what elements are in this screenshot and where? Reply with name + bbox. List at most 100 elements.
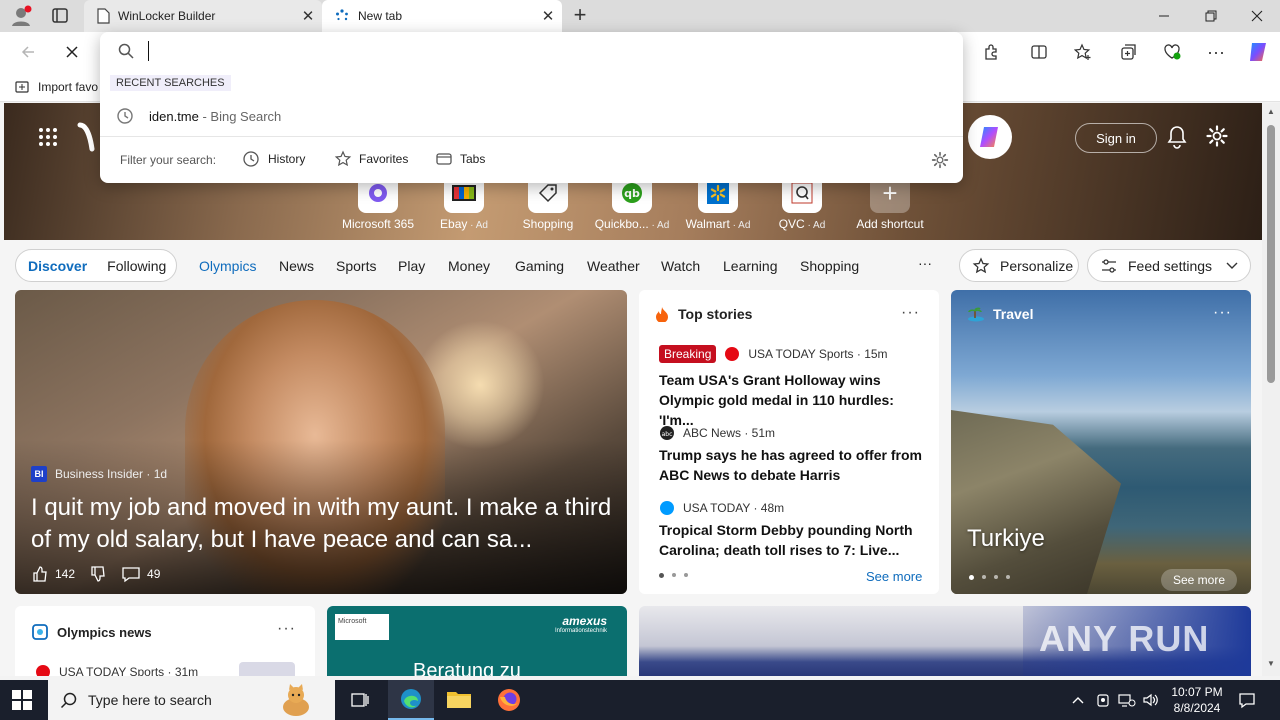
- sign-in-button[interactable]: Sign in: [1075, 123, 1157, 153]
- close-tab-icon[interactable]: ✕: [540, 8, 556, 25]
- main-story-headline[interactable]: I quit my job and moved in with my aunt.…: [31, 492, 617, 556]
- nav-money[interactable]: Money: [448, 258, 490, 274]
- volume-icon[interactable]: [1142, 692, 1160, 708]
- page-settings-gear-icon[interactable]: [1206, 125, 1228, 147]
- nav-watch[interactable]: Watch: [661, 258, 700, 274]
- copilot-icon[interactable]: [1242, 36, 1274, 68]
- tab-actions-icon[interactable]: [48, 6, 72, 26]
- omnibox-divider: [100, 136, 963, 137]
- notification-center-icon[interactable]: [1238, 691, 1256, 709]
- video-story-card[interactable]: ANY RUN: [639, 606, 1251, 676]
- filter-tabs-button[interactable]: Tabs: [435, 150, 485, 168]
- nav-gaming[interactable]: Gaming: [515, 258, 564, 274]
- olympics-news-thumbnail[interactable]: [239, 662, 295, 676]
- close-window-icon[interactable]: [1245, 8, 1269, 24]
- usa-today-logo: [659, 500, 675, 516]
- nav-olympics[interactable]: Olympics: [199, 258, 257, 274]
- task-view-icon[interactable]: [350, 690, 370, 710]
- travel-carousel-dots[interactable]: [969, 575, 1010, 580]
- top-stories-more-icon[interactable]: ···: [901, 304, 920, 322]
- story-source: BI Business Insider · 1d: [31, 466, 167, 482]
- profile-avatar-icon[interactable]: [8, 4, 34, 28]
- stop-loading-icon[interactable]: [56, 36, 88, 68]
- ad-card[interactable]: Microsoft amexus Informationstechnik Ber…: [327, 606, 627, 676]
- import-favorites-button[interactable]: Import favo: [14, 79, 98, 95]
- usa-today-sports-logo: [35, 664, 51, 676]
- nav-play[interactable]: Play: [398, 258, 425, 274]
- business-insider-logo: BI: [31, 466, 47, 482]
- search-settings-gear-icon[interactable]: [931, 151, 949, 169]
- extensions-icon[interactable]: [975, 36, 1007, 68]
- olympics-news-source: USA TODAY Sports · 31m: [35, 664, 198, 676]
- taskbar-search-box[interactable]: Type here to search: [48, 680, 335, 720]
- address-input[interactable]: [148, 41, 938, 61]
- favorites-icon[interactable]: [1067, 36, 1099, 68]
- back-icon[interactable]: [12, 36, 44, 68]
- top-stories-card: Top stories ··· Breaking USA TODAY Sport…: [639, 290, 939, 594]
- comment-icon[interactable]: [121, 565, 141, 583]
- show-hidden-icons-chevron-icon[interactable]: [1070, 692, 1086, 708]
- copilot-button[interactable]: [968, 115, 1012, 159]
- top-stories-see-more-link[interactable]: See more: [866, 569, 922, 584]
- nav-news[interactable]: News: [279, 258, 314, 274]
- story-3-headline[interactable]: Tropical Storm Debby pounding North Caro…: [659, 520, 925, 560]
- recent-search-item[interactable]: iden.tme - Bing Search: [100, 102, 963, 130]
- main-story-card[interactable]: BI Business Insider · 1d I quit my job a…: [15, 290, 627, 594]
- coastline: [951, 410, 1121, 594]
- page-scrollbar[interactable]: ▲ ▼: [1262, 103, 1280, 676]
- collections-icon[interactable]: [1112, 36, 1144, 68]
- travel-more-icon[interactable]: ···: [1213, 304, 1232, 322]
- windows-start-icon[interactable]: [12, 690, 32, 710]
- restore-icon[interactable]: [1198, 8, 1222, 24]
- olympics-news-header: Olympics news: [31, 623, 152, 641]
- firefox-icon[interactable]: [496, 687, 522, 713]
- filter-favorites-button[interactable]: Favorites: [334, 150, 408, 168]
- like-icon[interactable]: [31, 565, 49, 583]
- filter-history-button[interactable]: History: [242, 150, 305, 168]
- close-tab-icon[interactable]: ✕: [300, 8, 316, 25]
- split-screen-icon[interactable]: [1023, 36, 1055, 68]
- taskbar-edge-button[interactable]: [388, 680, 434, 720]
- new-tab-button[interactable]: +: [568, 4, 592, 28]
- browser-essentials-icon[interactable]: [1156, 36, 1188, 68]
- settings-more-icon[interactable]: ···: [1200, 36, 1232, 68]
- tabs-icon: [435, 150, 453, 168]
- nav-shopping[interactable]: Shopping: [800, 258, 859, 274]
- feed-toggle: Discover Following: [15, 249, 177, 282]
- story-2-headline[interactable]: Trump says he has agreed to offer from A…: [659, 445, 925, 485]
- nav-more-button[interactable]: ···: [918, 255, 932, 271]
- tab-winlocker[interactable]: WinLocker Builder ✕: [84, 0, 322, 32]
- nav-weather[interactable]: Weather: [587, 258, 640, 274]
- personalize-button[interactable]: Personalize: [959, 249, 1079, 282]
- tab-new-tab[interactable]: New tab ✕: [322, 0, 562, 32]
- recent-search-query: iden.tme: [149, 108, 199, 124]
- taskbar-clock[interactable]: 10:07 PM 8/8/2024: [1168, 684, 1226, 716]
- page-icon: [96, 8, 110, 24]
- tab-following[interactable]: Following: [107, 258, 166, 274]
- scroll-down-arrow-icon[interactable]: ▼: [1267, 659, 1275, 668]
- olympics-icon: [31, 623, 49, 641]
- travel-card[interactable]: Travel ··· Turkiye See more: [951, 290, 1251, 594]
- travel-place-title[interactable]: Turkiye: [967, 525, 1045, 553]
- travel-header: Travel: [967, 306, 1033, 322]
- edge-icon: [399, 687, 423, 711]
- dislike-icon[interactable]: [89, 565, 107, 583]
- apps-grid-icon[interactable]: [38, 127, 58, 147]
- network-icon[interactable]: [1118, 692, 1136, 708]
- scroll-up-arrow-icon[interactable]: ▲: [1267, 107, 1275, 116]
- security-tray-icon[interactable]: [1095, 692, 1111, 708]
- tab-discover[interactable]: Discover: [28, 258, 87, 274]
- story-1-headline[interactable]: Team USA's Grant Holloway wins Olympic g…: [659, 370, 925, 430]
- file-explorer-icon[interactable]: [446, 688, 472, 710]
- nav-learning[interactable]: Learning: [723, 258, 778, 274]
- feed-settings-button[interactable]: Feed settings: [1087, 249, 1251, 282]
- taskbar-search-icon: [60, 691, 78, 709]
- minimize-icon[interactable]: [1152, 8, 1176, 24]
- scrollbar-thumb[interactable]: [1267, 125, 1275, 383]
- carousel-dots[interactable]: [659, 573, 688, 578]
- olympics-news-more-icon[interactable]: ···: [277, 620, 296, 638]
- flame-icon: [655, 306, 669, 322]
- notifications-bell-icon[interactable]: [1166, 125, 1188, 149]
- nav-sports[interactable]: Sports: [336, 258, 376, 274]
- travel-see-more-button[interactable]: See more: [1161, 569, 1238, 591]
